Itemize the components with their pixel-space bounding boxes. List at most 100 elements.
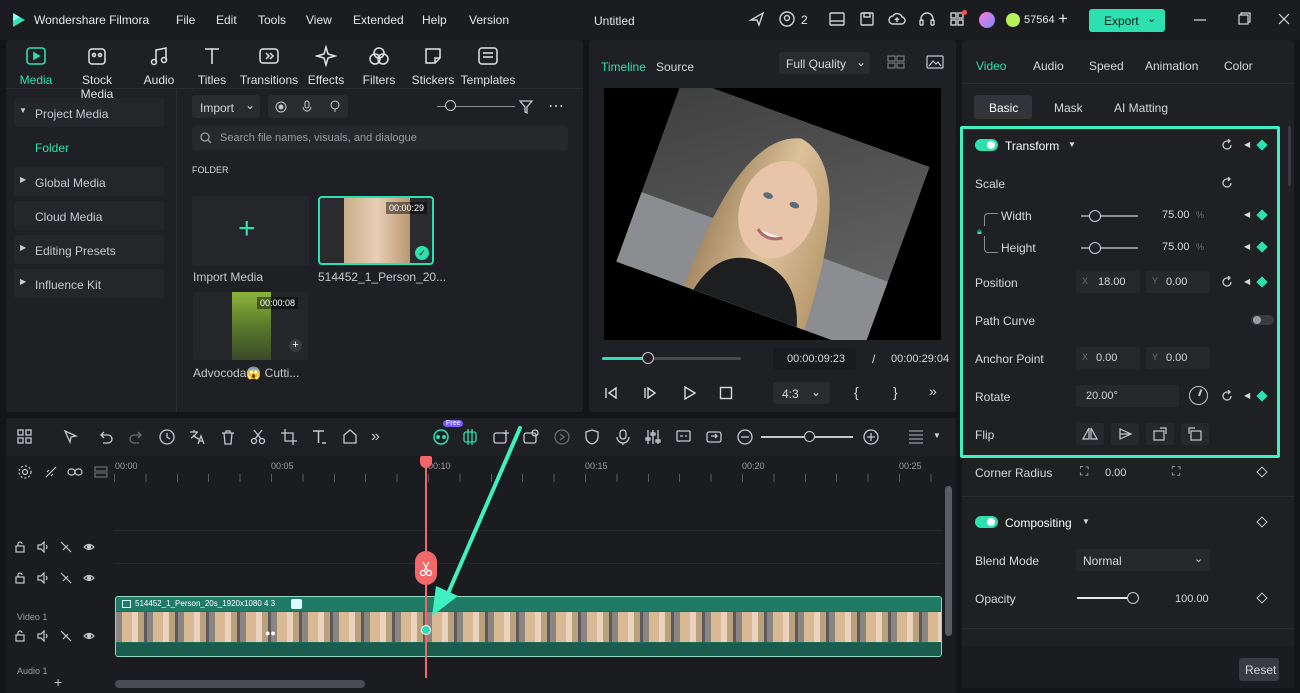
quality-dropdown[interactable]: Full Quality ⌄	[779, 52, 870, 74]
slider-handle[interactable]	[1089, 210, 1101, 222]
rotate-clockwise-button[interactable]	[1146, 423, 1174, 445]
lock-icon[interactable]: 🔒︎	[977, 226, 987, 236]
tab-speed[interactable]: Speed	[1089, 59, 1124, 73]
anchor-x-field[interactable]: X 0.00	[1076, 347, 1140, 369]
aspect-ratio-dropdown[interactable]: 4:3 ⌄	[773, 382, 830, 404]
sidebar-item-cloud-media[interactable]: Cloud Media	[14, 201, 164, 230]
sidebar-item-editing-presets[interactable]: ▶ Editing Presets	[14, 235, 164, 264]
export-button[interactable]: Export ⌄	[1089, 9, 1165, 32]
eye-icon[interactable]	[83, 630, 95, 642]
tab-video[interactable]: Video	[976, 59, 1006, 73]
stop-icon[interactable]	[719, 386, 733, 400]
track-manager-icon[interactable]	[94, 465, 108, 479]
lock-track-icon[interactable]	[14, 572, 26, 584]
sidebar-item-project-media[interactable]: ▼ Project Media	[14, 98, 164, 127]
lock-track-icon[interactable]	[14, 541, 26, 553]
menu-tools[interactable]: Tools	[258, 13, 286, 27]
track-height-icon[interactable]	[907, 428, 925, 446]
scissors-icon[interactable]	[249, 428, 267, 446]
previous-frame-icon[interactable]	[604, 386, 618, 400]
tool-titles[interactable]: Titles	[180, 45, 244, 87]
opacity-value[interactable]: 100.00	[1175, 593, 1209, 605]
add-track-icon[interactable]: +	[54, 674, 62, 690]
import-media-tile[interactable]: +	[192, 196, 309, 266]
tool-templates[interactable]: Templates	[456, 45, 520, 87]
prev-keyframe-icon[interactable]: ◀	[1244, 140, 1250, 149]
media-clip-thumbnail[interactable]: 00:00:08 +	[193, 292, 308, 360]
reset-icon[interactable]	[1221, 177, 1233, 189]
progress-handle[interactable]	[641, 352, 654, 364]
mask-tool-icon[interactable]	[341, 428, 359, 446]
reset-icon[interactable]	[1221, 390, 1233, 402]
undo-icon[interactable]	[97, 428, 115, 446]
add-to-timeline-icon[interactable]: +	[289, 339, 302, 352]
tab-animation[interactable]: Animation	[1145, 59, 1198, 73]
width-slider[interactable]	[1081, 210, 1138, 222]
timeline-settings-icon[interactable]	[18, 465, 32, 479]
import-dropdown[interactable]: Import ⌄	[192, 95, 260, 118]
playback-progress[interactable]	[602, 352, 741, 364]
next-frame-icon[interactable]	[643, 386, 657, 400]
avatar[interactable]	[979, 12, 995, 28]
tool-media[interactable]: Media	[4, 45, 68, 87]
thumbnail-size-slider[interactable]	[437, 100, 515, 111]
layout-icon[interactable]	[828, 10, 848, 30]
path-curve-toggle[interactable]	[1251, 315, 1274, 325]
anchor-y-field[interactable]: Y 0.00	[1146, 347, 1210, 369]
zoom-slider[interactable]	[761, 431, 853, 442]
redo-icon[interactable]	[127, 428, 145, 446]
sidebar-item-influence-kit[interactable]: ▶ Influence Kit	[14, 269, 164, 298]
menu-file[interactable]: File	[176, 13, 195, 27]
tool-stock-media[interactable]: Stock Media	[65, 45, 129, 101]
volume-icon[interactable]	[37, 572, 49, 584]
hide-audio-icon[interactable]	[60, 572, 72, 584]
save-icon[interactable]	[858, 10, 878, 30]
more-controls-icon[interactable]: »	[929, 383, 937, 399]
caret-down-icon[interactable]: ▼	[1068, 140, 1076, 149]
prev-keyframe-icon[interactable]: ◀	[1244, 210, 1250, 219]
shield-icon[interactable]	[583, 428, 601, 446]
opacity-slider[interactable]	[1077, 592, 1139, 604]
unlink-icon[interactable]	[44, 465, 58, 479]
hide-audio-icon[interactable]	[60, 630, 72, 642]
filter-icon[interactable]	[518, 99, 534, 115]
headset-icon[interactable]	[918, 10, 938, 30]
add-credits-icon[interactable]: +	[1058, 9, 1068, 29]
subtab-ai-matting[interactable]: AI Matting	[1114, 101, 1168, 115]
timeline-vertical-scrollbar[interactable]	[945, 486, 952, 636]
rotation-dial-icon[interactable]	[1189, 386, 1208, 405]
prev-keyframe-icon[interactable]: ◀	[1244, 242, 1250, 251]
subtitle-icon[interactable]	[675, 428, 693, 446]
flip-vertical-button[interactable]	[1111, 423, 1139, 445]
grid-view-icon[interactable]	[887, 55, 905, 69]
replace-icon[interactable]	[705, 428, 723, 446]
width-value[interactable]: 75.00	[1162, 209, 1190, 221]
ai-voice-icon[interactable]	[329, 100, 341, 112]
delete-icon[interactable]	[219, 428, 237, 446]
play-icon[interactable]	[682, 386, 696, 400]
minimize-icon[interactable]	[1192, 10, 1212, 30]
media-search[interactable]: Search file names, visuals, and dialogue	[192, 126, 568, 150]
collab-icon[interactable]	[778, 10, 798, 30]
sidebar-item-folder[interactable]: Folder	[35, 141, 69, 155]
audio-mixer-icon[interactable]	[644, 428, 662, 446]
microphone-icon[interactable]	[301, 100, 313, 112]
prev-keyframe-icon[interactable]: ◀	[1244, 391, 1250, 400]
link-icon[interactable]	[67, 465, 83, 479]
voiceover-mic-icon[interactable]	[614, 428, 632, 446]
reset-icon[interactable]	[1221, 139, 1233, 151]
flip-horizontal-button[interactable]	[1076, 423, 1104, 445]
share-icon[interactable]	[748, 10, 768, 30]
slider-handle[interactable]	[804, 431, 815, 442]
menu-edit[interactable]: Edit	[216, 13, 237, 27]
snapshot-icon[interactable]	[926, 55, 944, 69]
tab-audio[interactable]: Audio	[1033, 59, 1064, 73]
timeline-horizontal-scrollbar[interactable]	[115, 680, 365, 688]
hide-audio-icon[interactable]	[60, 541, 72, 553]
eye-icon[interactable]	[83, 572, 95, 584]
tab-source[interactable]: Source	[656, 60, 694, 74]
mark-in-icon[interactable]: {	[854, 384, 859, 400]
caret-down-icon[interactable]: ▼	[1082, 517, 1090, 526]
slider-handle[interactable]	[445, 100, 456, 111]
mark-out-icon[interactable]: }	[893, 384, 898, 400]
